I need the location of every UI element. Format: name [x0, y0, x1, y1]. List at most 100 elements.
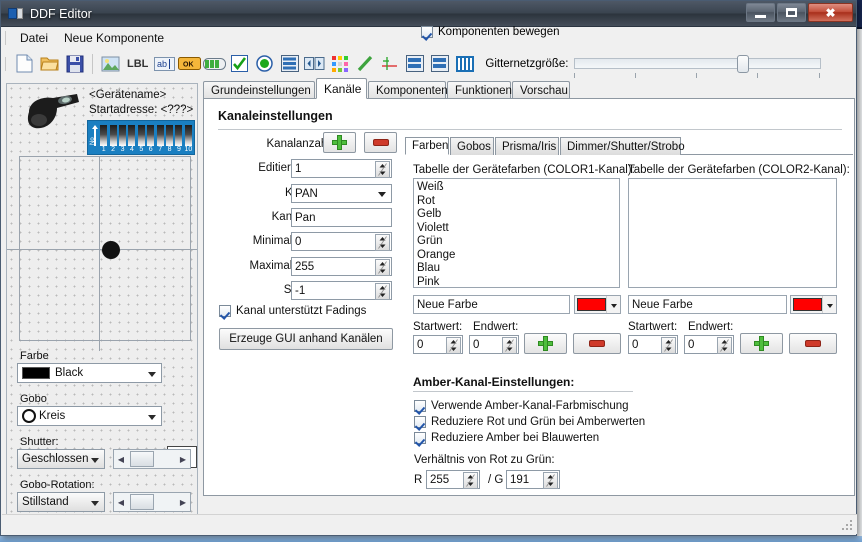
button-icon[interactable]: OK [178, 52, 202, 75]
dmx-channel-7[interactable]: 7 [155, 125, 164, 154]
color1-listbox[interactable]: Weiß Rot Gelb Violett Grün Orange Blau P… [413, 178, 620, 288]
color2-color-picker[interactable] [790, 295, 837, 314]
panel-icon[interactable] [403, 52, 426, 75]
textbox-icon[interactable]: ab [153, 52, 176, 75]
scroll-right-icon[interactable]: ▶ [176, 498, 190, 507]
color2-new-color-input[interactable]: Neue Farbe [628, 295, 787, 314]
scroll-thumb[interactable] [130, 494, 154, 510]
new-file-icon[interactable] [13, 52, 36, 75]
inner-tab-dimmer-shutter-strobo[interactable]: Dimmer/Shutter/Strobo [560, 137, 685, 155]
startwert-spinner[interactable] [375, 283, 390, 300]
shutter-combo[interactable]: Geschlossen [17, 449, 105, 469]
list-item[interactable]: Blau [417, 262, 619, 276]
fadings-checkbox[interactable]: Kanal unterstützt Fadings [219, 305, 366, 317]
color2-end-input[interactable]: 0 [684, 335, 734, 354]
dmx-channel-1[interactable]: 1 [99, 125, 108, 154]
tab-grundeinstellungen[interactable]: Grundeinstellungen [203, 81, 315, 99]
spinbutton-icon[interactable] [303, 52, 326, 75]
scroll-left-icon[interactable]: ◀ [114, 498, 128, 507]
color2-listbox[interactable] [628, 178, 837, 288]
image-icon[interactable] [99, 52, 122, 75]
reduce-red-green-checkbox[interactable]: Reduziere Rot und Grün bei Amberwerten [414, 416, 645, 428]
colorgrid-icon[interactable] [328, 52, 351, 75]
label-icon[interactable]: LBL [127, 58, 148, 70]
dmx-channel-3[interactable]: 3 [118, 125, 127, 154]
kanalname-input[interactable]: Pan [291, 208, 392, 227]
color2-end-spinner[interactable] [717, 337, 732, 354]
color2-start-input[interactable]: 0 [628, 335, 678, 354]
minimaler-wert-spinner[interactable] [375, 234, 390, 251]
line-icon[interactable] [353, 52, 376, 75]
inner-tab-farben[interactable]: Farben [405, 137, 449, 155]
tab-komponenten[interactable]: Komponenten [368, 81, 448, 99]
editiere-kanal-input[interactable]: 1 [291, 159, 392, 178]
color2-remove-button[interactable] [789, 333, 837, 354]
dmx-channel-6[interactable]: 6 [146, 125, 155, 154]
dmx-channel-strip[interactable]: No 1 2 3 4 5 6 7 8 9 10 [87, 120, 195, 155]
list-item[interactable]: Rot [417, 195, 619, 209]
maximize-button[interactable] [777, 3, 806, 22]
list-item[interactable]: Orange [417, 249, 619, 263]
dmx-channel-9[interactable]: 9 [174, 125, 183, 154]
chevron-down-icon[interactable] [605, 296, 620, 313]
grid-size-slider[interactable] [574, 54, 822, 78]
scroll-left-icon[interactable]: ◀ [114, 455, 128, 464]
color1-end-spinner[interactable] [502, 337, 517, 354]
editiere-kanal-spinner[interactable] [375, 161, 390, 178]
fader-icon[interactable] [453, 52, 476, 75]
listbox-icon[interactable] [278, 52, 301, 75]
color1-remove-button[interactable] [573, 333, 621, 354]
dmx-channel-2[interactable]: 2 [108, 125, 117, 154]
menu-item-neue-komponente[interactable]: Neue Komponente [56, 29, 172, 47]
list-item[interactable]: Gelb [417, 208, 619, 222]
inner-tab-gobos[interactable]: Gobos [450, 137, 494, 155]
list-item[interactable]: Violett [417, 222, 619, 236]
color1-end-input[interactable]: 0 [469, 335, 519, 354]
list-item[interactable]: Grün [417, 235, 619, 249]
close-button[interactable]: ✖ [808, 3, 853, 22]
scroll-right-icon[interactable]: ▶ [176, 455, 190, 464]
color2-start-spinner[interactable] [661, 337, 676, 354]
dmx-channel-8[interactable]: 8 [165, 125, 174, 154]
slider-thumb[interactable] [737, 54, 750, 73]
chevron-down-icon[interactable] [821, 296, 836, 313]
r-input[interactable]: 255 [426, 470, 480, 489]
list-item[interactable]: Weiß [417, 181, 619, 195]
gobo-rotation-scrollbar[interactable]: ◀ ▶ [113, 492, 191, 512]
color1-add-button[interactable] [524, 333, 567, 354]
groupbox-icon[interactable] [428, 52, 451, 75]
color2-add-button[interactable] [740, 333, 783, 354]
position-handle[interactable] [102, 241, 120, 259]
color1-new-color-input[interactable]: Neue Farbe [413, 295, 570, 314]
shutter-scrollbar[interactable]: ◀ ▶ [113, 449, 191, 469]
minimaler-wert-input[interactable]: 0 [291, 232, 392, 251]
maximaler-wert-input[interactable]: 255 [291, 257, 392, 276]
open-folder-icon[interactable] [38, 52, 61, 75]
checkbox-icon[interactable] [228, 52, 251, 75]
add-channel-button[interactable] [323, 132, 356, 153]
color1-start-spinner[interactable] [446, 337, 461, 354]
color-combo[interactable]: Black [17, 363, 162, 383]
scroll-thumb[interactable] [130, 451, 154, 467]
save-disk-icon[interactable] [63, 52, 86, 75]
gobo-combo[interactable]: Kreis [17, 406, 162, 426]
tab-funktionen[interactable]: Funktionen [447, 81, 512, 99]
move-components-checkbox[interactable]: Komponenten bewegen [421, 26, 560, 38]
minimize-button[interactable] [746, 3, 775, 22]
maximaler-wert-spinner[interactable] [375, 259, 390, 276]
r-spinner[interactable] [463, 472, 478, 489]
g-spinner[interactable] [543, 472, 558, 489]
resize-grip[interactable] [842, 520, 854, 532]
remove-channel-button[interactable] [364, 132, 397, 153]
color1-start-input[interactable]: 0 [413, 335, 463, 354]
tab-kanaele[interactable]: Kanäle [316, 78, 367, 99]
menu-item-datei[interactable]: Datei [12, 29, 56, 47]
dmx-channel-5[interactable]: 5 [137, 125, 146, 154]
color1-color-picker[interactable] [574, 295, 621, 314]
design-canvas-panel[interactable]: <Gerätename> Startadresse: <???> No 1 2 … [6, 83, 198, 518]
generate-gui-button[interactable]: Erzeuge GUI anhand Kanälen [219, 328, 393, 350]
startwert-input[interactable]: -1 [291, 281, 392, 300]
kanaltyp-combo[interactable]: PAN [291, 184, 392, 203]
dmx-channel-10[interactable]: 10 [184, 125, 193, 154]
g-input[interactable]: 191 [506, 470, 560, 489]
